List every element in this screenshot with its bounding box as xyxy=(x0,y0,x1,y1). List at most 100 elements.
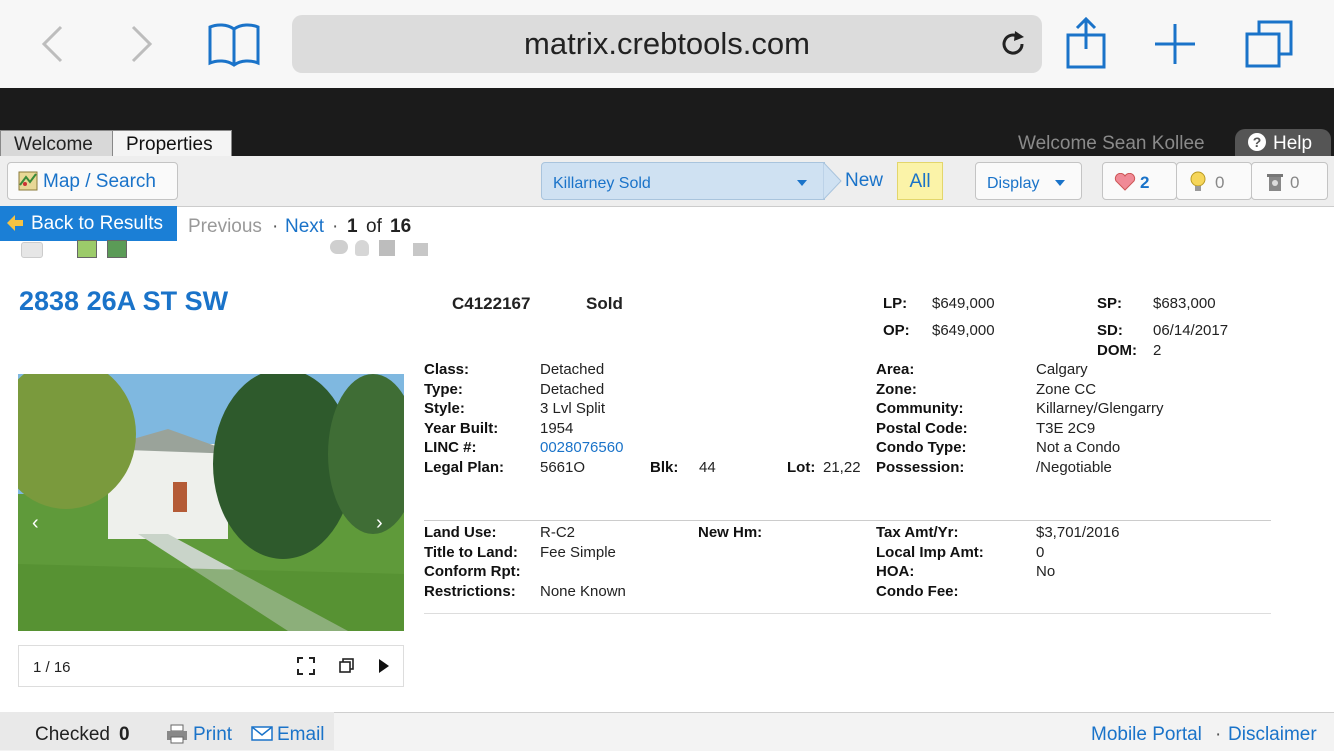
legal-plan-value: 5661O xyxy=(540,459,586,476)
help-button[interactable]: ? Help xyxy=(1235,129,1331,156)
all-filter-button[interactable]: All xyxy=(897,162,943,200)
title-to-land-label: Title to Land: xyxy=(424,544,518,561)
photo-counter: 1 / 16 xyxy=(33,659,71,676)
linc-label: LINC #: xyxy=(424,439,477,456)
lightbulb-icon xyxy=(1190,171,1206,191)
back-to-results-label: Back to Results xyxy=(31,213,163,234)
disclaimer-link[interactable]: Disclaimer xyxy=(1228,724,1317,746)
possibilities-button[interactable]: 0 xyxy=(1176,162,1252,200)
checked-count: 0 xyxy=(119,724,130,745)
back-arrow-icon xyxy=(7,215,23,231)
print-icon[interactable] xyxy=(166,724,188,744)
mobile-portal-link[interactable]: Mobile Portal xyxy=(1091,724,1202,746)
blk-value: 44 xyxy=(699,459,716,476)
heart-icon xyxy=(1114,173,1136,191)
linc-link[interactable]: 0028076560 xyxy=(540,439,623,456)
heart-icon[interactable] xyxy=(330,240,348,254)
previous-link[interactable]: Previous xyxy=(188,216,262,238)
back-arrow-icon[interactable] xyxy=(30,20,74,68)
gallery-icon[interactable] xyxy=(107,240,127,258)
play-icon[interactable] xyxy=(378,658,390,674)
title-to-land-value: Fee Simple xyxy=(540,544,616,561)
lot-label: Lot: xyxy=(787,459,816,476)
photo-icon[interactable] xyxy=(77,240,97,258)
lp-value: $649,000 xyxy=(932,295,995,312)
photo-prev-icon[interactable]: ‹ xyxy=(32,512,39,535)
nav-separator: · xyxy=(272,216,279,237)
conform-rpt-label: Conform Rpt: xyxy=(424,563,521,580)
help-label: Help xyxy=(1273,133,1313,154)
map-search-label: Map / Search xyxy=(43,171,156,192)
tab-welcome[interactable]: Welcome xyxy=(0,130,114,157)
possibilities-count: 0 xyxy=(1215,173,1225,192)
chevron-down-icon xyxy=(1055,180,1065,186)
mls-number: C4122167 xyxy=(452,294,531,313)
local-imp-value: 0 xyxy=(1036,544,1045,561)
style-label: Style: xyxy=(424,400,465,417)
trash-icon[interactable] xyxy=(379,240,395,256)
display-button[interactable]: Display xyxy=(975,162,1082,200)
discards-count: 0 xyxy=(1290,173,1300,192)
discards-button[interactable]: 0 xyxy=(1251,162,1328,200)
tab-properties[interactable]: Properties xyxy=(112,130,232,157)
new-tab-plus-icon[interactable] xyxy=(1152,20,1198,68)
display-label: Display xyxy=(987,175,1040,192)
address-bar[interactable]: matrix.crebtools.com xyxy=(292,15,1042,73)
sd-value: 06/14/2017 xyxy=(1153,322,1229,339)
map-icon xyxy=(18,171,38,191)
new-filter-button[interactable]: New xyxy=(845,170,883,192)
popout-icon[interactable] xyxy=(339,658,354,673)
lightbulb-icon[interactable] xyxy=(355,240,369,256)
listing-address: 2838 26A ST SW xyxy=(19,286,229,316)
total-count: 16 xyxy=(390,216,412,237)
hoa-value: No xyxy=(1036,563,1056,580)
community-label: Community: xyxy=(876,400,964,417)
section-divider xyxy=(424,520,1271,521)
restrictions-value: None Known xyxy=(540,583,626,600)
postal-code-label: Postal Code: xyxy=(876,420,968,437)
style-value: 3 Lvl Split xyxy=(540,400,606,417)
back-to-results-button[interactable]: Back to Results xyxy=(0,206,177,241)
possession-value: /Negotiable xyxy=(1036,459,1112,476)
favorites-count: 2 xyxy=(1140,173,1150,192)
community-value: Killarney/Glengarry xyxy=(1036,400,1164,417)
email-link[interactable]: Email xyxy=(277,724,325,746)
map-search-button[interactable]: Map / Search xyxy=(7,162,178,200)
print-link[interactable]: Print xyxy=(193,724,232,746)
chevron-down-icon xyxy=(797,180,807,186)
sp-value: $683,000 xyxy=(1153,295,1216,312)
class-value: Detached xyxy=(540,361,605,378)
tabs-icon[interactable] xyxy=(1242,20,1296,68)
lp-label: LP: xyxy=(883,295,908,312)
print-icon[interactable] xyxy=(413,243,428,256)
favorites-button[interactable]: 2 xyxy=(1102,162,1177,200)
restrictions-label: Restrictions: xyxy=(424,583,516,600)
checked-label: Checked xyxy=(35,724,110,745)
bookmarks-icon[interactable] xyxy=(206,20,262,68)
condo-type-label: Condo Type: xyxy=(876,439,967,456)
new-hm-label: New Hm: xyxy=(698,524,763,541)
class-label: Class: xyxy=(424,361,470,378)
next-link[interactable]: Next xyxy=(285,216,324,238)
condo-type-value: Not a Condo xyxy=(1036,439,1121,456)
dom-label: DOM: xyxy=(1097,342,1137,359)
email-icon[interactable] xyxy=(251,726,273,741)
type-value: Detached xyxy=(540,381,605,398)
op-value: $649,000 xyxy=(932,322,995,339)
year-built-label: Year Built: xyxy=(424,420,499,437)
fullscreen-icon[interactable] xyxy=(297,657,315,675)
land-use-value: R-C2 xyxy=(540,524,576,541)
photo-next-icon[interactable]: › xyxy=(376,512,383,535)
zone-label: Zone: xyxy=(876,381,917,398)
url-text: matrix.crebtools.com xyxy=(524,26,810,61)
forward-arrow-icon[interactable] xyxy=(120,20,164,68)
saved-search-select[interactable]: Killarney Sold xyxy=(541,162,825,200)
reload-icon[interactable] xyxy=(998,29,1028,59)
share-icon[interactable] xyxy=(1064,17,1108,69)
select-checkbox[interactable] xyxy=(21,242,43,258)
type-label: Type: xyxy=(424,381,463,398)
listing-photo[interactable]: ‹ › xyxy=(18,374,404,631)
lot-value: 21,22 xyxy=(823,459,861,476)
listing-status: Sold xyxy=(586,294,623,313)
condo-fee-label: Condo Fee: xyxy=(876,583,959,600)
